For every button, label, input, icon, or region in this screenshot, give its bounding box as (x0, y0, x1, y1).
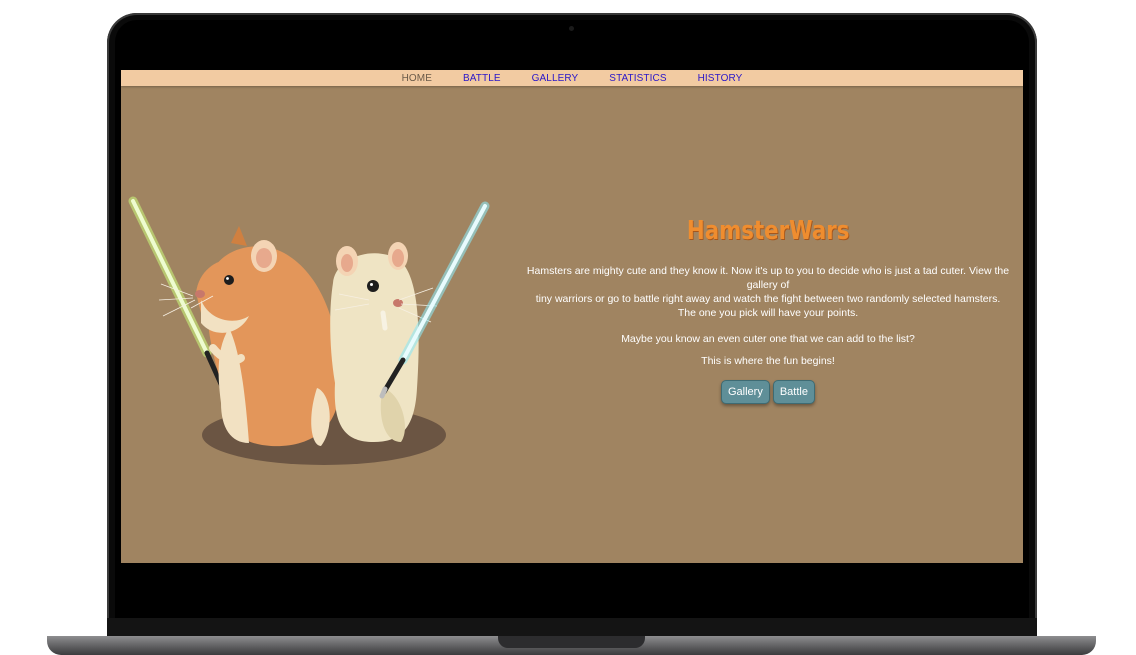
browser-viewport: HOME BATTLE GALLERY STATISTICS HISTORY H… (121, 70, 1023, 563)
nav-link-statistics[interactable]: STATISTICS (594, 73, 682, 84)
laptop-bottom-bezel (107, 618, 1037, 637)
fun-begins-text: This is where the fun begins! (701, 355, 835, 367)
add-suggestion-text: Maybe you know an even cuter one that we… (621, 333, 915, 345)
hamster-jedi-illustration (128, 196, 490, 465)
nav-link-battle[interactable]: BATTLE (447, 73, 516, 84)
top-navbar: HOME BATTLE GALLERY STATISTICS HISTORY (121, 70, 1023, 86)
orange-hamster (158, 226, 340, 447)
page-title: HamsterWars (686, 216, 850, 246)
intro-line-1: Hamsters are mighty cute and they know i… (526, 265, 1010, 291)
hero-content: HamsterWars Hamsters are mighty cute and… (517, 216, 1019, 404)
action-buttons: Gallery Battle (517, 380, 1019, 404)
intro-line-3: The one you pick will have your points. (677, 307, 859, 319)
gallery-button[interactable]: Gallery (721, 380, 770, 404)
battle-button[interactable]: Battle (772, 380, 815, 404)
camera-icon (569, 26, 574, 31)
nav-link-history[interactable]: HISTORY (682, 73, 758, 84)
intro-text: Hamsters are mighty cute and they know i… (517, 264, 1019, 320)
nav-link-home[interactable]: HOME (386, 73, 447, 84)
cream-hamster (330, 242, 438, 443)
laptop-base-notch (498, 636, 645, 648)
nav-link-gallery[interactable]: GALLERY (516, 73, 594, 84)
intro-line-2: tiny warriors or go to battle right away… (535, 293, 1001, 305)
